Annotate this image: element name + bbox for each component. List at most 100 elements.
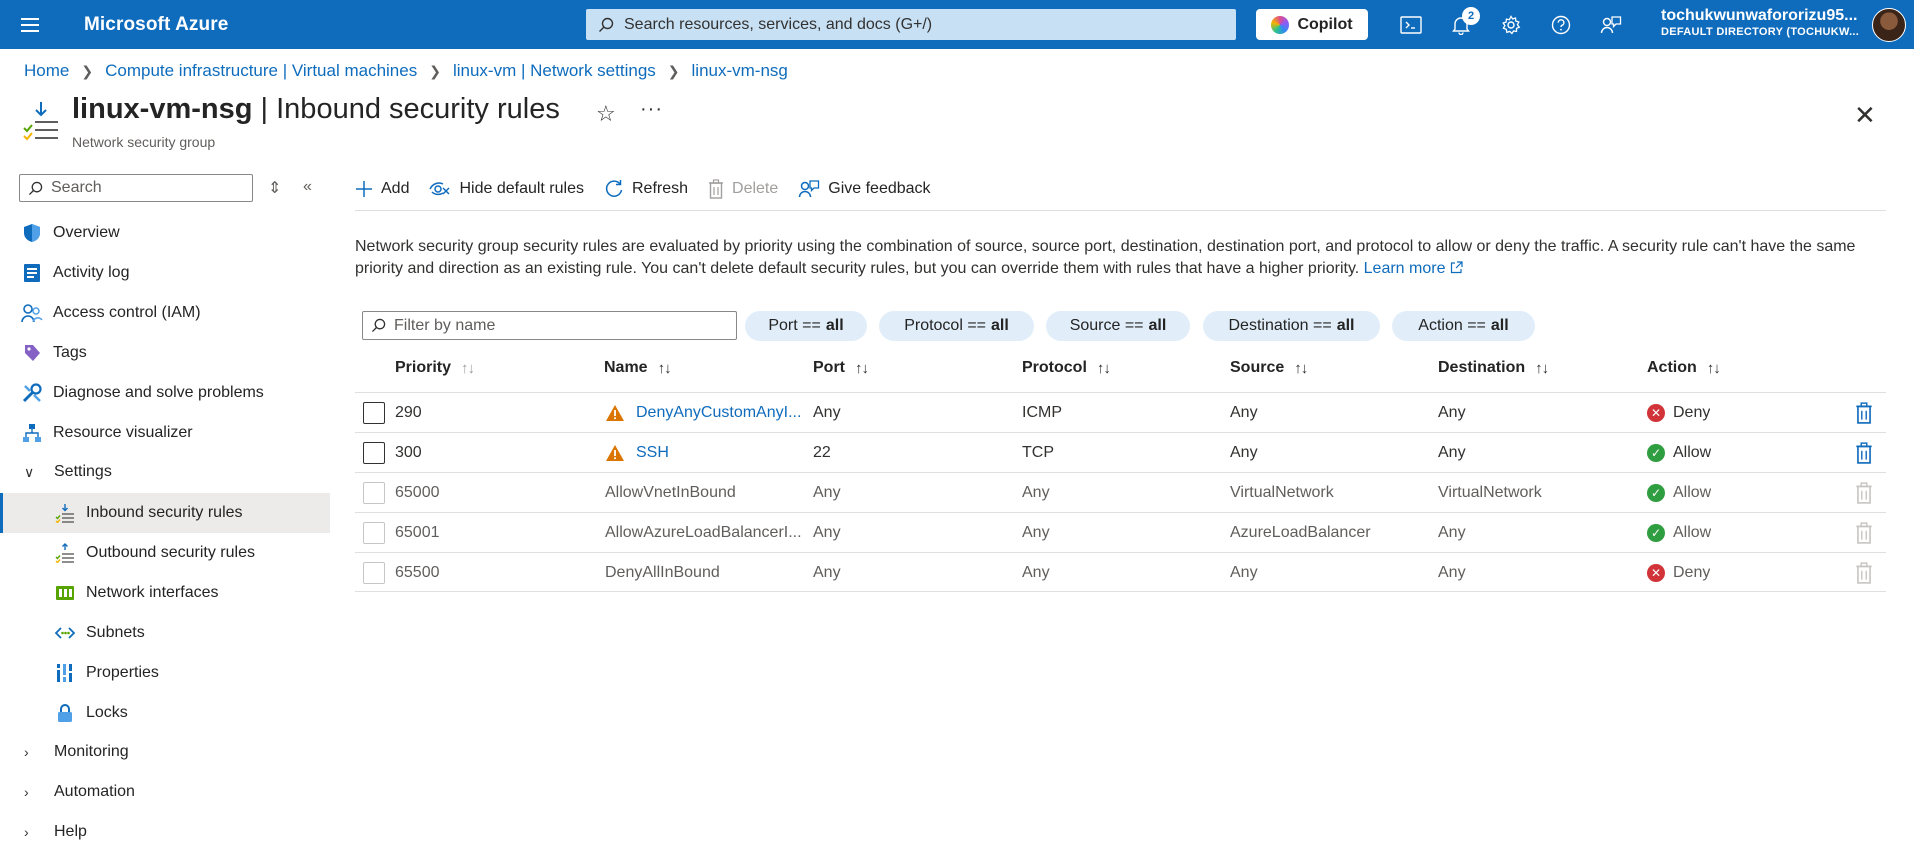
expand-collapse-icon[interactable]: ⇕ [268,178,281,198]
feedback-icon[interactable] [1586,0,1636,49]
chevron-down-icon: ∨ [24,463,35,480]
breadcrumb-virtual-machines[interactable]: Compute infrastructure | Virtual machine… [105,61,417,81]
refresh-button[interactable]: Refresh [604,179,688,199]
filter-pill-protocol[interactable]: Protocol == all [879,311,1034,341]
destination-cell: Any [1438,564,1466,581]
close-icon[interactable]: ✕ [1854,100,1876,131]
table-row[interactable]: 290 DenyAnyCustomAnyI... Any ICMP Any An… [355,392,1886,432]
sidebar-item-locks[interactable]: Locks [0,693,330,733]
cloud-shell-icon[interactable] [1386,0,1436,49]
protocol-cell: TCP [1022,444,1054,461]
sidebar-item-label: Locks [86,704,128,721]
column-header-source[interactable]: Source ↑↓ [1230,359,1308,377]
pill-value: all [991,317,1009,334]
account-info[interactable]: tochukwunwafororizu95... DEFAULT DIRECTO… [1661,7,1859,41]
breadcrumb-home[interactable]: Home [24,61,69,81]
copilot-button[interactable]: Copilot [1256,9,1368,40]
filter-pill-port[interactable]: Port == all [745,311,867,341]
delete-row-trash-icon [1856,482,1872,504]
action-cell: ✕ Deny [1647,553,1710,593]
column-header-port[interactable]: Port ↑↓ [813,359,869,377]
copilot-icon [1271,15,1290,34]
rule-name-link[interactable]: DenyAnyCustomAnyI... [636,393,804,433]
page-title: linux-vm-nsg | Inbound security rules [72,93,560,126]
sidebar-item-resource-visualizer[interactable]: Resource visualizer [0,413,330,453]
sort-icon: ↑↓ [657,359,672,377]
sidebar-item-outbound-security-rules[interactable]: Outbound security rules [0,533,330,573]
sidebar-group-settings[interactable]: ∨ Settings [0,452,330,492]
table-row[interactable]: 300 SSH 22 TCP Any Any ✓ Allow [355,432,1886,472]
add-button[interactable]: Add [355,180,409,198]
sidebar-group-automation[interactable]: › Automation [0,772,330,812]
notifications-icon[interactable]: 2 [1436,0,1486,49]
sidebar-group-help[interactable]: › Help [0,812,330,852]
breadcrumb-network-settings[interactable]: linux-vm | Network settings [453,61,656,81]
sort-icon: ↑↓ [1535,359,1549,377]
pill-key: Protocol == [904,317,987,334]
tag-icon [20,341,44,365]
sidebar-item-network-interfaces[interactable]: Network interfaces [0,573,330,613]
delete-button[interactable]: Delete [708,179,778,199]
copilot-label: Copilot [1297,15,1353,33]
global-search-input[interactable]: Search resources, services, and docs (G+… [586,9,1236,40]
column-header-action[interactable]: Action ↑↓ [1647,359,1721,377]
column-header-destination[interactable]: Destination ↑↓ [1438,359,1549,377]
page-name: Inbound security rules [276,93,560,125]
sidebar-search-input[interactable]: Search [19,174,253,202]
priority-cell: 300 [395,444,422,461]
action-label: Deny [1673,564,1711,581]
sidebar-group-monitoring[interactable]: › Monitoring [0,732,330,772]
protocol-cell: ICMP [1022,404,1062,421]
hamburger-menu-icon[interactable] [0,0,60,49]
help-icon[interactable] [1536,0,1586,49]
hide-default-rules-button[interactable]: Hide default rules [429,180,584,198]
rule-name-link[interactable]: SSH [636,433,804,473]
feedback-icon [799,180,820,198]
action-label: Deny [1673,404,1711,421]
sidebar-item-subnets[interactable]: Subnets [0,613,330,653]
filter-pill-source[interactable]: Source == all [1046,311,1190,341]
destination-cell: Any [1438,404,1466,421]
column-label: Source [1230,359,1285,376]
delete-row-trash-icon[interactable] [1855,402,1873,424]
row-checkbox[interactable] [363,402,385,424]
table-row[interactable]: 65000 AllowVnetInBound Any Any VirtualNe… [355,472,1886,512]
table-row[interactable]: 65001 AllowAzureLoadBalancerI... Any Any… [355,512,1886,552]
pill-value: all [1148,317,1167,334]
column-label: Port [813,359,845,376]
avatar[interactable] [1872,8,1906,42]
sidebar-group-label: Settings [54,463,112,480]
favorite-star-icon[interactable]: ☆ [596,101,616,127]
sidebar-item-activity-log[interactable]: Activity log [0,253,330,293]
sidebar-item-tags[interactable]: Tags [0,333,330,373]
filter-by-name-input[interactable]: Filter by name [362,311,737,340]
sidebar-item-overview[interactable]: Overview [0,213,330,253]
warning-icon [605,393,625,433]
sidebar-group-label: Automation [54,783,135,800]
chevron-right-icon: › [24,784,29,800]
column-header-protocol[interactable]: Protocol ↑↓ [1022,359,1111,377]
breadcrumb-nsg[interactable]: linux-vm-nsg [692,61,788,81]
port-cell: Any [813,564,841,581]
shield-icon [20,221,44,245]
delete-row-trash-icon[interactable] [1855,442,1873,464]
row-checkbox[interactable] [363,442,385,464]
give-feedback-button[interactable]: Give feedback [798,179,931,199]
table-row[interactable]: 65500 DenyAllInBound Any Any Any Any ✕ De… [355,552,1886,592]
sidebar-item-diagnose[interactable]: Diagnose and solve problems [0,373,330,413]
people-icon [20,301,44,325]
settings-gear-icon[interactable] [1486,0,1536,49]
learn-more-link[interactable]: Learn more [1364,260,1463,277]
portal-brand[interactable]: Microsoft Azure [84,14,228,36]
sort-icon: ↑↓ [855,359,869,377]
more-options-icon[interactable]: ··· [640,98,663,121]
collapse-sidebar-icon[interactable]: « [303,178,312,196]
filter-pill-action[interactable]: Action == all [1392,311,1535,341]
source-cell: VirtualNetwork [1230,484,1334,501]
column-header-priority[interactable]: Priority ↑↓ [395,359,475,377]
sidebar-item-properties[interactable]: Properties [0,653,330,693]
sidebar-item-access-control[interactable]: Access control (IAM) [0,293,330,333]
filter-pill-destination[interactable]: Destination == all [1203,311,1380,341]
column-header-name[interactable]: Name ↑↓ [604,359,672,377]
sidebar-item-inbound-security-rules[interactable]: Inbound security rules [0,493,330,533]
